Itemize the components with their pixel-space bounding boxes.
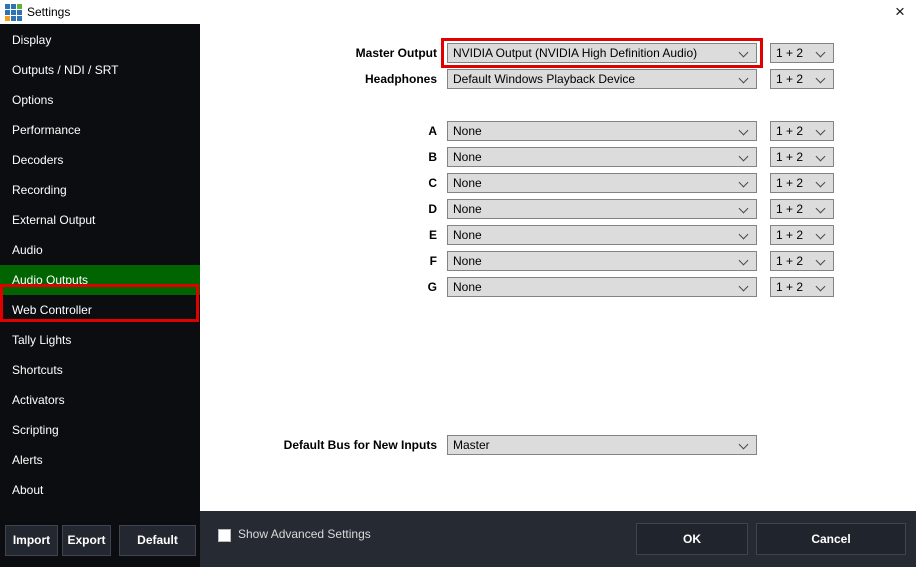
chevron-down-icon bbox=[738, 255, 749, 266]
import-button[interactable]: Import bbox=[5, 525, 58, 556]
chevron-down-icon bbox=[738, 281, 749, 292]
cancel-button[interactable]: Cancel bbox=[756, 523, 906, 555]
bus-e-row: E None 1 + 2 bbox=[0, 225, 916, 245]
bus-d-channel-select[interactable]: 1 + 2 bbox=[770, 199, 834, 219]
ok-button[interactable]: OK bbox=[636, 523, 748, 555]
bus-c-channel-select[interactable]: 1 + 2 bbox=[770, 173, 834, 193]
bus-a-channel-select[interactable]: 1 + 2 bbox=[770, 121, 834, 141]
chevron-down-icon bbox=[738, 151, 749, 162]
bus-d-row: D None 1 + 2 bbox=[0, 199, 916, 219]
bus-f-label: F bbox=[429, 254, 437, 268]
headphones-row: Headphones Default Windows Playback Devi… bbox=[0, 69, 916, 89]
bus-f-channel-select[interactable]: 1 + 2 bbox=[770, 251, 834, 271]
settings-window: Settings × Display Outputs / NDI / SRT O… bbox=[0, 0, 916, 567]
bus-b-channel-select[interactable]: 1 + 2 bbox=[770, 147, 834, 167]
headphones-device-select[interactable]: Default Windows Playback Device bbox=[447, 69, 757, 89]
bus-g-channel-select[interactable]: 1 + 2 bbox=[770, 277, 834, 297]
bus-f-device-select[interactable]: None bbox=[447, 251, 757, 271]
bus-e-channel-select[interactable]: 1 + 2 bbox=[770, 225, 834, 245]
bus-a-label: A bbox=[428, 124, 437, 138]
show-advanced-settings-label: Show Advanced Settings bbox=[238, 527, 371, 541]
master-output-device-select[interactable]: NVIDIA Output (NVIDIA High Definition Au… bbox=[447, 43, 757, 63]
chevron-down-icon bbox=[815, 125, 826, 136]
chevron-down-icon bbox=[738, 125, 749, 136]
chevron-down-icon bbox=[738, 47, 749, 58]
export-button[interactable]: Export bbox=[62, 525, 111, 556]
bus-a-row: A None 1 + 2 bbox=[0, 121, 916, 141]
chevron-down-icon bbox=[815, 73, 826, 84]
master-output-row: Master Output NVIDIA Output (NVIDIA High… bbox=[0, 43, 916, 63]
chevron-down-icon bbox=[815, 255, 826, 266]
bus-g-device-select[interactable]: None bbox=[447, 277, 757, 297]
sidebar-item-options[interactable]: Options bbox=[0, 85, 200, 115]
sidebar-item-tally-lights[interactable]: Tally Lights bbox=[0, 325, 200, 355]
close-button[interactable]: × bbox=[888, 2, 912, 22]
sidebar-item-shortcuts[interactable]: Shortcuts bbox=[0, 355, 200, 385]
chevron-down-icon bbox=[738, 73, 749, 84]
chevron-down-icon bbox=[815, 177, 826, 188]
show-advanced-settings-checkbox[interactable] bbox=[218, 529, 231, 542]
headphones-channel-select[interactable]: 1 + 2 bbox=[770, 69, 834, 89]
bus-g-label: G bbox=[427, 280, 437, 294]
bus-e-label: E bbox=[428, 228, 437, 242]
chevron-down-icon bbox=[815, 47, 826, 58]
bus-d-label: D bbox=[428, 202, 437, 216]
chevron-down-icon bbox=[815, 229, 826, 240]
bus-b-row: B None 1 + 2 bbox=[0, 147, 916, 167]
bus-d-device-select[interactable]: None bbox=[447, 199, 757, 219]
default-bus-row: Default Bus for New Inputs Master bbox=[0, 435, 916, 455]
settings-icon bbox=[5, 4, 22, 21]
chevron-down-icon bbox=[738, 229, 749, 240]
chevron-down-icon bbox=[815, 151, 826, 162]
bus-b-device-select[interactable]: None bbox=[447, 147, 757, 167]
headphones-label: Headphones bbox=[364, 72, 437, 86]
bus-c-device-select[interactable]: None bbox=[447, 173, 757, 193]
master-output-label: Master Output bbox=[355, 46, 437, 60]
sidebar-item-about[interactable]: About bbox=[0, 475, 200, 505]
titlebar: Settings × bbox=[0, 0, 916, 24]
bus-g-row: G None 1 + 2 bbox=[0, 277, 916, 297]
default-bus-label: Default Bus for New Inputs bbox=[283, 438, 437, 452]
chevron-down-icon bbox=[815, 203, 826, 214]
default-bus-select[interactable]: Master bbox=[447, 435, 757, 455]
chevron-down-icon bbox=[738, 439, 749, 450]
default-button[interactable]: Default bbox=[119, 525, 196, 556]
sidebar-item-activators[interactable]: Activators bbox=[0, 385, 200, 415]
close-icon: × bbox=[895, 2, 905, 21]
sidebar-item-web-controller[interactable]: Web Controller bbox=[0, 295, 200, 325]
master-output-channel-select[interactable]: 1 + 2 bbox=[770, 43, 834, 63]
bus-b-label: B bbox=[428, 150, 437, 164]
window-title: Settings bbox=[27, 5, 71, 19]
bus-e-device-select[interactable]: None bbox=[447, 225, 757, 245]
bus-c-label: C bbox=[428, 176, 437, 190]
bus-a-device-select[interactable]: None bbox=[447, 121, 757, 141]
chevron-down-icon bbox=[738, 177, 749, 188]
chevron-down-icon bbox=[738, 203, 749, 214]
bus-c-row: C None 1 + 2 bbox=[0, 173, 916, 193]
bus-f-row: F None 1 + 2 bbox=[0, 251, 916, 271]
footer-bar: Show Advanced Settings OK Cancel bbox=[200, 511, 916, 567]
chevron-down-icon bbox=[815, 281, 826, 292]
